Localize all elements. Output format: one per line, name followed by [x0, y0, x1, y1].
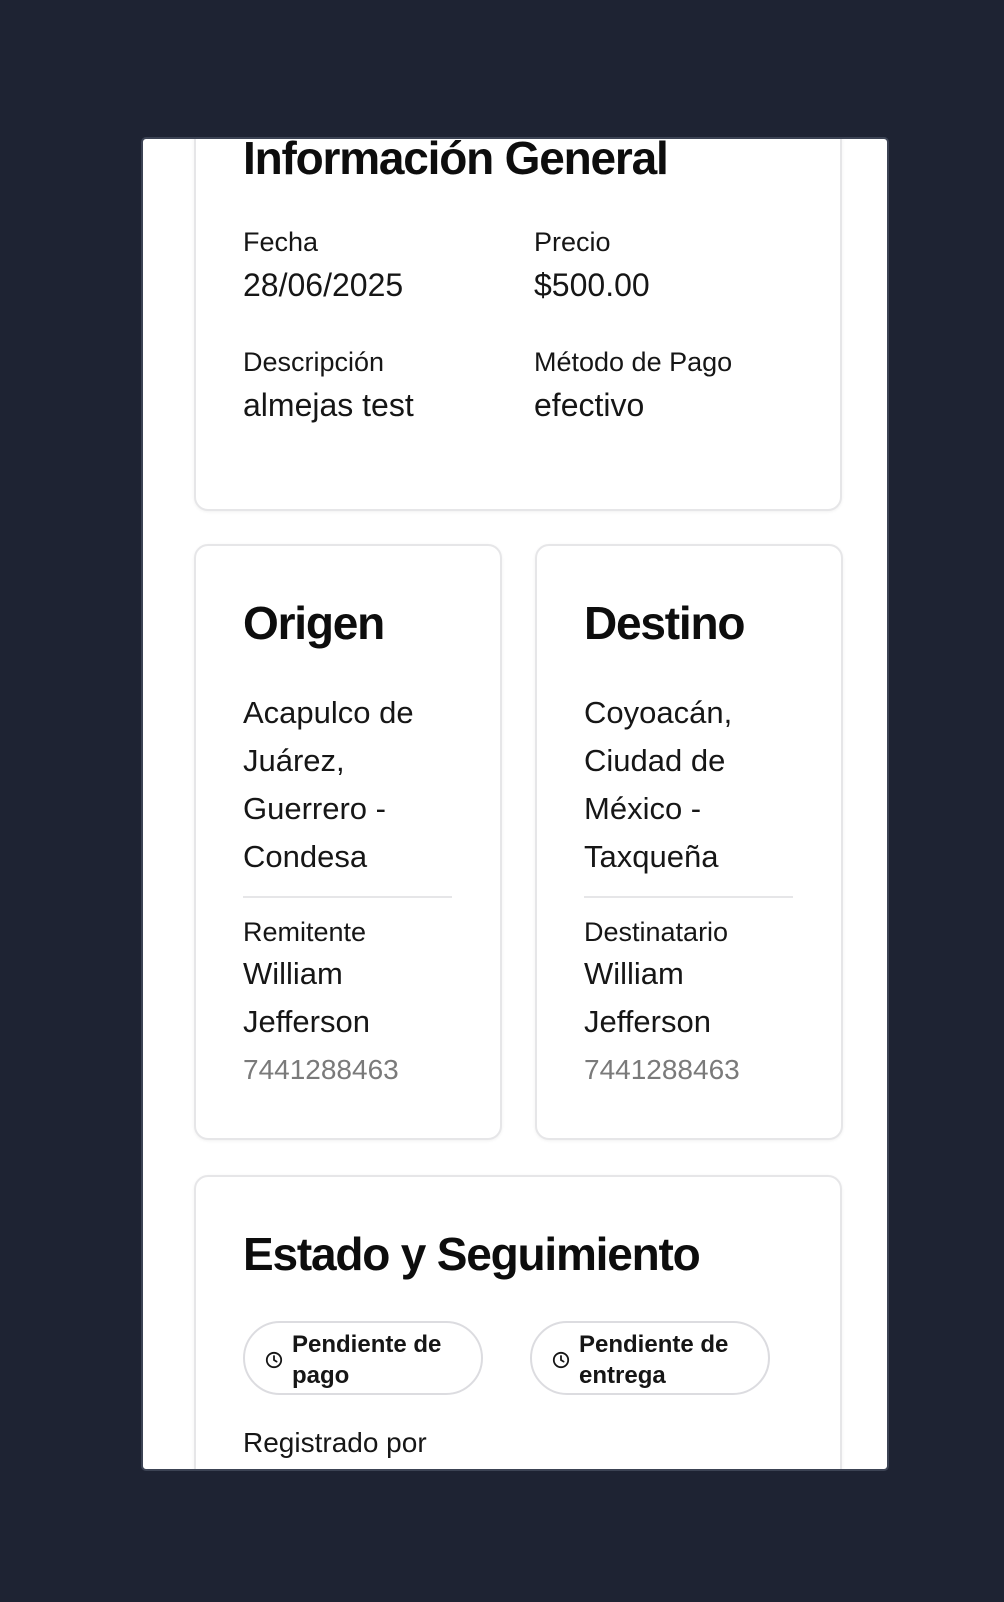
destination-divider [584, 896, 793, 898]
destinatario-name: William Jefferson [584, 956, 711, 1039]
precio-value: $500.00 [534, 267, 650, 303]
origin-divider [243, 896, 452, 898]
descripcion-label: Descripción [243, 347, 385, 377]
remitente-phone: 7441288463 [243, 1054, 399, 1085]
remitente-name: William Jefferson [243, 956, 370, 1039]
general-info-title: Información General [243, 137, 669, 184]
remitente-label: Remitente [243, 917, 367, 947]
payment-status-badge[interactable]: Pendiente de pago [243, 1321, 483, 1395]
metodo-pago-label: Método de Pago [534, 347, 733, 377]
delivery-status-badge[interactable]: Pendiente de entrega [530, 1321, 770, 1395]
descripcion-value: almejas test [243, 387, 414, 423]
clock-icon [265, 1351, 283, 1369]
destinatario-phone: 7441288463 [584, 1054, 740, 1085]
registrado-por-label: Registrado por [243, 1427, 427, 1458]
origin-address: Acapulco de Juárez, Guerrero - Condesa [243, 695, 414, 874]
delivery-status-label: Pendiente de entrega [579, 1331, 729, 1389]
precio-label: Precio [534, 227, 611, 257]
clock-icon [552, 1351, 570, 1369]
fecha-label: Fecha [243, 227, 319, 257]
destination-card: Destino Coyoacán, Ciudad de México - Tax… [535, 544, 843, 1140]
details-panel: Información General Fecha 28/06/2025 Pre… [141, 137, 889, 1471]
destinatario-label: Destinatario [584, 917, 729, 947]
status-title: Estado y Seguimiento [243, 1228, 701, 1280]
origin-card: Origen Acapulco de Juárez, Guerrero - Co… [194, 544, 502, 1140]
destination-title: Destino [584, 597, 745, 649]
general-info-card: Información General Fecha 28/06/2025 Pre… [194, 137, 842, 511]
payment-status-label: Pendiente de pago [292, 1331, 442, 1389]
fecha-value: 28/06/2025 [243, 267, 404, 303]
origin-title: Origen [243, 597, 385, 649]
destination-address: Coyoacán, Ciudad de México - Taxqueña [584, 695, 733, 874]
status-card: Estado y Seguimiento Pendiente de pago P… [194, 1175, 842, 1469]
metodo-pago-value: efectivo [534, 387, 645, 423]
